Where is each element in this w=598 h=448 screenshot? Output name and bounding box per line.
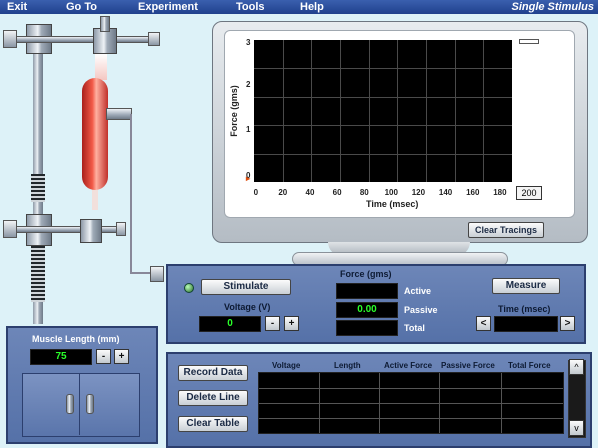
x-tick-label: 120 [411,188,426,197]
x-tick-label: 180 [493,188,507,197]
x-tick-label: 40 [305,188,315,197]
lower-left-knob[interactable] [3,220,17,238]
menu-help[interactable]: Help [300,0,324,14]
active-force-readout [336,283,398,299]
lower-screw [31,246,45,302]
x-tick-label: 0 [253,188,259,197]
tendon-top [95,54,107,80]
adjustment-screw [31,174,45,202]
x-tick-label: 100 [384,188,398,197]
baseline-marker: ▸ [246,174,251,183]
menu-bar: Exit Go To Experiment Tools Help Single … [0,0,598,14]
data-table-grid [258,372,564,434]
muscle-length-label: Muscle Length (mm) [32,334,120,344]
voltage-readout: 0 [199,316,261,332]
x-tick-label: 20 [278,188,288,197]
plot-gridline-horizontal [254,97,512,98]
electrode-holder [106,108,132,120]
electrode-wire [130,114,132,274]
cabinet-left-handle[interactable] [66,394,74,414]
menu-experiment[interactable]: Experiment [138,0,198,14]
plot-gridline-vertical [311,40,312,182]
voltage-decrease-button[interactable]: - [265,316,280,331]
total-label: Total [404,323,425,333]
x-tick-label: 60 [332,188,342,197]
x-tick-label: 80 [359,188,369,197]
passive-label: Passive [404,305,438,315]
muscle-specimen [82,78,108,190]
plot-gridline-horizontal [254,125,512,126]
column-active-force: Active Force [384,361,433,370]
column-length: Length [334,361,361,370]
transducer-post [100,16,110,32]
clear-table-button[interactable]: Clear Table [178,416,248,432]
simulation-title: Single Stimulus [511,1,594,13]
plot-gridline-vertical [483,40,484,182]
passive-force-readout: 0.00 [336,302,398,318]
y-tick-label: 2 [246,80,251,89]
column-passive-force: Passive Force [441,361,495,370]
time-label: Time (msec) [498,304,551,314]
column-voltage: Voltage [272,361,301,370]
muscle-length-readout: 75 [30,349,92,365]
tendon-bottom [92,190,98,210]
y-tick-label: 3 [246,38,251,47]
delete-line-button[interactable]: Delete Line [178,390,248,406]
menu-tools[interactable]: Tools [236,0,265,14]
time-left-button[interactable]: < [476,316,491,331]
screen-corner-indicator [519,39,539,44]
voltage-increase-button[interactable]: + [284,316,299,331]
cabinet-right-handle[interactable] [86,394,94,414]
time-right-button[interactable]: > [560,316,575,331]
scroll-down-button[interactable]: v [569,420,584,436]
plot-gridline-vertical [426,40,427,182]
lower-arm [14,226,124,233]
force-header: Force (gms) [340,269,392,279]
upper-right-knob[interactable] [148,32,160,46]
upper-arm [14,36,156,43]
length-decrease-button[interactable]: - [96,349,111,364]
cabinet-divider [79,373,80,435]
voltage-label: Voltage (V) [224,302,271,312]
menu-exit[interactable]: Exit [7,0,27,14]
lower-right-knob[interactable] [116,222,126,236]
x-max-value[interactable]: 200 [516,186,542,200]
time-readout [494,316,558,332]
record-data-button[interactable]: Record Data [178,365,248,381]
stimulate-button[interactable]: Stimulate [201,279,291,295]
measure-button[interactable]: Measure [492,278,560,294]
muscle-apparatus [0,14,170,324]
upper-left-knob[interactable] [3,30,17,48]
plot-gridline-vertical [340,40,341,182]
y-axis-title: Force (gms) [229,85,239,137]
column-total-force: Total Force [508,361,551,370]
active-label: Active [404,286,432,296]
x-tick-label: 140 [438,188,453,197]
total-force-readout [336,320,398,336]
plot-gridline-vertical [455,40,456,182]
force-plot-area [254,40,512,182]
cabinet-doors[interactable] [22,373,140,437]
electrode-connector [150,266,164,282]
x-axis-title: Time (msec) [366,199,419,209]
scroll-up-button[interactable]: ^ [569,359,584,375]
clear-tracings-button[interactable]: Clear Tracings [468,222,544,238]
plot-gridline-vertical [369,40,370,182]
plot-gridline-horizontal [254,68,512,69]
menu-go-to[interactable]: Go To [66,0,97,14]
x-tick-label: 160 [466,188,480,197]
plot-gridline-vertical [397,40,398,182]
length-increase-button[interactable]: + [114,349,129,364]
y-tick-label: 1 [246,125,251,134]
plot-gridline-horizontal [254,154,512,155]
lower-mount [80,219,102,243]
plot-gridline-vertical [283,40,284,182]
power-indicator [184,283,194,293]
electrode-wire-h [130,272,152,274]
